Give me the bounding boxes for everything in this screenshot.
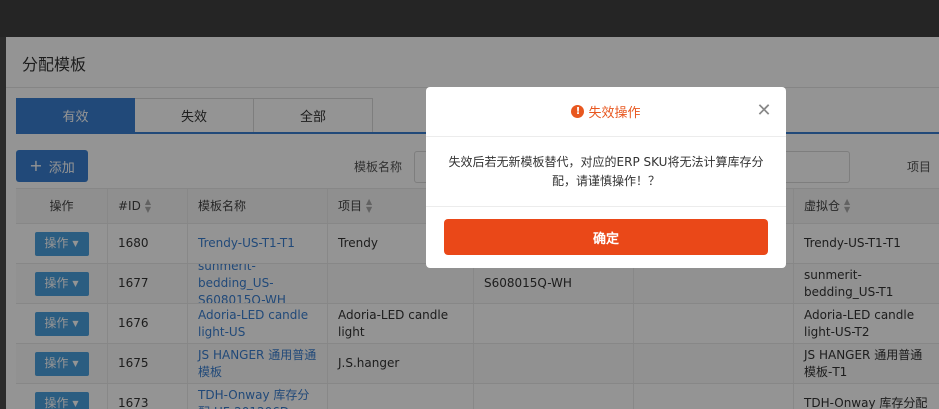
confirm-button[interactable]: 确定 xyxy=(444,219,768,255)
warning-icon: ! xyxy=(571,105,585,118)
dialog-body: 失效后若无新模板替代，对应的ERP SKU将无法计算库存分配，请谨慎操作！？ xyxy=(426,137,786,207)
invalidate-confirm-dialog: ! 失效操作 ✕ 失效后若无新模板替代，对应的ERP SKU将无法计算库存分配，… xyxy=(426,87,786,268)
dialog-title-text: 失效操作 xyxy=(588,106,641,121)
dialog-title: ! 失效操作 xyxy=(571,102,641,121)
dialog-header: ! 失效操作 ✕ xyxy=(426,87,786,137)
close-icon[interactable]: ✕ xyxy=(756,102,772,120)
dialog-message: 失效后若无新模板替代，对应的ERP SKU将无法计算库存分配，请谨慎操作！？ xyxy=(448,154,764,188)
